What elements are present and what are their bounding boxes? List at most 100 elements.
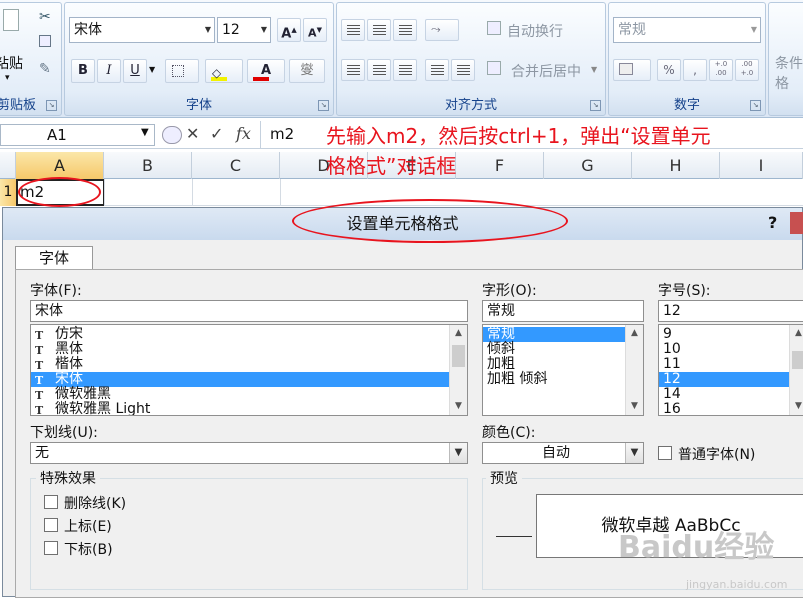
list-item[interactable]: 9	[659, 327, 803, 342]
alignment-launcher-icon[interactable]: ↘	[590, 100, 601, 111]
increase-decimal-button[interactable]: +.0 .00	[709, 59, 733, 81]
number-launcher-icon[interactable]: ↘	[750, 100, 761, 111]
chevron-down-icon[interactable]: ▼	[591, 65, 597, 74]
row-header-1[interactable]: 1	[0, 179, 16, 206]
font-launcher-icon[interactable]: ↘	[318, 100, 329, 111]
font-list-scrollbar[interactable]: ▲ ▼	[449, 325, 467, 415]
list-item[interactable]: 加粗	[483, 357, 643, 372]
chevron-down-icon[interactable]: ▼	[625, 443, 643, 463]
percent-button[interactable]: %	[657, 59, 681, 81]
tab-font[interactable]: 字体	[15, 246, 93, 270]
list-item[interactable]: T 微软雅黑 Light	[31, 402, 467, 416]
conditional-format-button[interactable]: 条件格	[775, 53, 803, 93]
chevron-down-icon[interactable]: ▼	[261, 18, 267, 42]
style-list-scrollbar[interactable]: ▲ ▼	[625, 325, 643, 415]
clipboard-launcher-icon[interactable]: ↘	[46, 100, 57, 111]
style-input[interactable]: 常规	[482, 300, 644, 322]
fill-color-button[interactable]: ◇	[205, 59, 243, 83]
font-name-input[interactable]: 宋体	[30, 300, 468, 322]
decrease-decimal-button[interactable]: .00 +.0	[735, 59, 759, 81]
bold-button[interactable]: B	[71, 59, 95, 83]
chevron-down-icon[interactable]: ▼	[149, 65, 155, 74]
column-header-h[interactable]: H	[632, 152, 720, 179]
borders-button[interactable]	[165, 59, 199, 83]
formula-input[interactable]: m2	[270, 125, 294, 143]
superscript-checkbox[interactable]	[44, 518, 58, 532]
scroll-up-icon[interactable]: ▲	[790, 325, 803, 342]
select-all-corner[interactable]	[0, 152, 16, 179]
scroll-down-icon[interactable]: ▼	[790, 398, 803, 415]
number-format-combo[interactable]: 常规 ▼	[613, 17, 761, 43]
scroll-down-icon[interactable]: ▼	[626, 398, 643, 415]
align-middle-button[interactable]	[367, 19, 391, 41]
size-input[interactable]: 12	[658, 300, 803, 322]
list-item[interactable]: 16	[659, 402, 803, 416]
enter-icon[interactable]: ✓	[210, 124, 223, 143]
font-color-button[interactable]: A	[247, 59, 285, 83]
merge-center-button[interactable]: 合并后居中	[511, 61, 581, 81]
column-header-a[interactable]: A	[16, 152, 104, 179]
paste-button[interactable]: 粘贴	[0, 53, 23, 73]
list-item[interactable]: T 仿宋	[31, 327, 467, 343]
font-size-combo[interactable]: 12 ▼	[217, 17, 271, 43]
column-header-f[interactable]: F	[456, 152, 544, 179]
orientation-button[interactable]: ⤳	[425, 19, 459, 41]
align-left-button[interactable]	[341, 59, 365, 81]
chevron-down-icon[interactable]: ▼	[751, 18, 757, 42]
decrease-indent-button[interactable]	[425, 59, 449, 81]
expand-icon[interactable]	[162, 126, 182, 144]
font-name-combo[interactable]: 宋体 ▼	[69, 17, 215, 43]
italic-button[interactable]: I	[97, 59, 121, 83]
chevron-down-icon[interactable]: ▼	[205, 18, 211, 42]
phonetic-button[interactable]: 燮	[289, 59, 325, 83]
column-header-b[interactable]: B	[104, 152, 192, 179]
column-header-i[interactable]: I	[720, 152, 803, 179]
align-top-button[interactable]	[341, 19, 365, 41]
underline-combo[interactable]: 无 ▼	[30, 442, 468, 464]
column-header-g[interactable]: G	[544, 152, 632, 179]
strikethrough-checkbox[interactable]	[44, 495, 58, 509]
underline-button[interactable]: U	[123, 59, 147, 83]
chevron-down-icon[interactable]: ▼	[449, 443, 467, 463]
list-item[interactable]: T 黑体	[31, 342, 467, 358]
font-name-list[interactable]: T 仿宋 T 黑体 T 楷体 T 宋体 T 微软雅黑 T 微软雅黑 Light ▲ ▼	[30, 324, 468, 416]
insert-function-icon[interactable]: fx	[236, 124, 251, 143]
list-item[interactable]: 倾斜	[483, 342, 643, 357]
list-item[interactable]: 10	[659, 342, 803, 357]
comma-button[interactable]: ,	[683, 59, 707, 81]
list-item[interactable]: 常规	[483, 327, 643, 342]
wrap-text-button[interactable]: 自动换行	[507, 21, 563, 41]
normal-font-checkbox[interactable]	[658, 446, 672, 460]
align-center-button[interactable]	[367, 59, 391, 81]
scroll-down-icon[interactable]: ▼	[450, 398, 467, 415]
column-header-c[interactable]: C	[192, 152, 280, 179]
cancel-icon[interactable]: ✕	[186, 124, 199, 143]
color-combo[interactable]: 自动 ▼	[482, 442, 644, 464]
currency-button[interactable]	[613, 59, 651, 81]
list-item[interactable]: T 宋体	[31, 372, 467, 387]
scroll-up-icon[interactable]: ▲	[626, 325, 643, 342]
paste-icon[interactable]	[3, 9, 19, 31]
paste-dropdown-icon[interactable]: ▾	[5, 73, 10, 83]
list-item[interactable]: 14	[659, 387, 803, 402]
help-button[interactable]: ?	[768, 213, 777, 232]
style-list[interactable]: 常规 倾斜 加粗 加粗 倾斜 ▲ ▼	[482, 324, 644, 416]
list-item[interactable]: 加粗 倾斜	[483, 372, 643, 387]
copy-icon[interactable]	[39, 35, 51, 47]
scroll-up-icon[interactable]: ▲	[450, 325, 467, 342]
list-item[interactable]: 11	[659, 357, 803, 372]
close-button[interactable]	[790, 212, 803, 234]
align-bottom-button[interactable]	[393, 19, 417, 41]
shrink-font-button[interactable]: A▼	[303, 18, 327, 42]
size-list[interactable]: 9 10 11 12 14 16 ▲ ▼	[658, 324, 803, 416]
chevron-down-icon[interactable]: ▼	[141, 127, 149, 138]
subscript-checkbox[interactable]	[44, 541, 58, 555]
scroll-thumb[interactable]	[792, 351, 803, 369]
list-item[interactable]: T 微软雅黑	[31, 387, 467, 403]
align-right-button[interactable]	[393, 59, 417, 81]
cut-icon[interactable]: ✂	[39, 9, 51, 25]
grow-font-button[interactable]: A▲	[277, 18, 301, 42]
format-painter-icon[interactable]: ✎	[39, 61, 51, 77]
list-item[interactable]: T 楷体	[31, 357, 467, 373]
name-box[interactable]: A1	[0, 124, 155, 146]
